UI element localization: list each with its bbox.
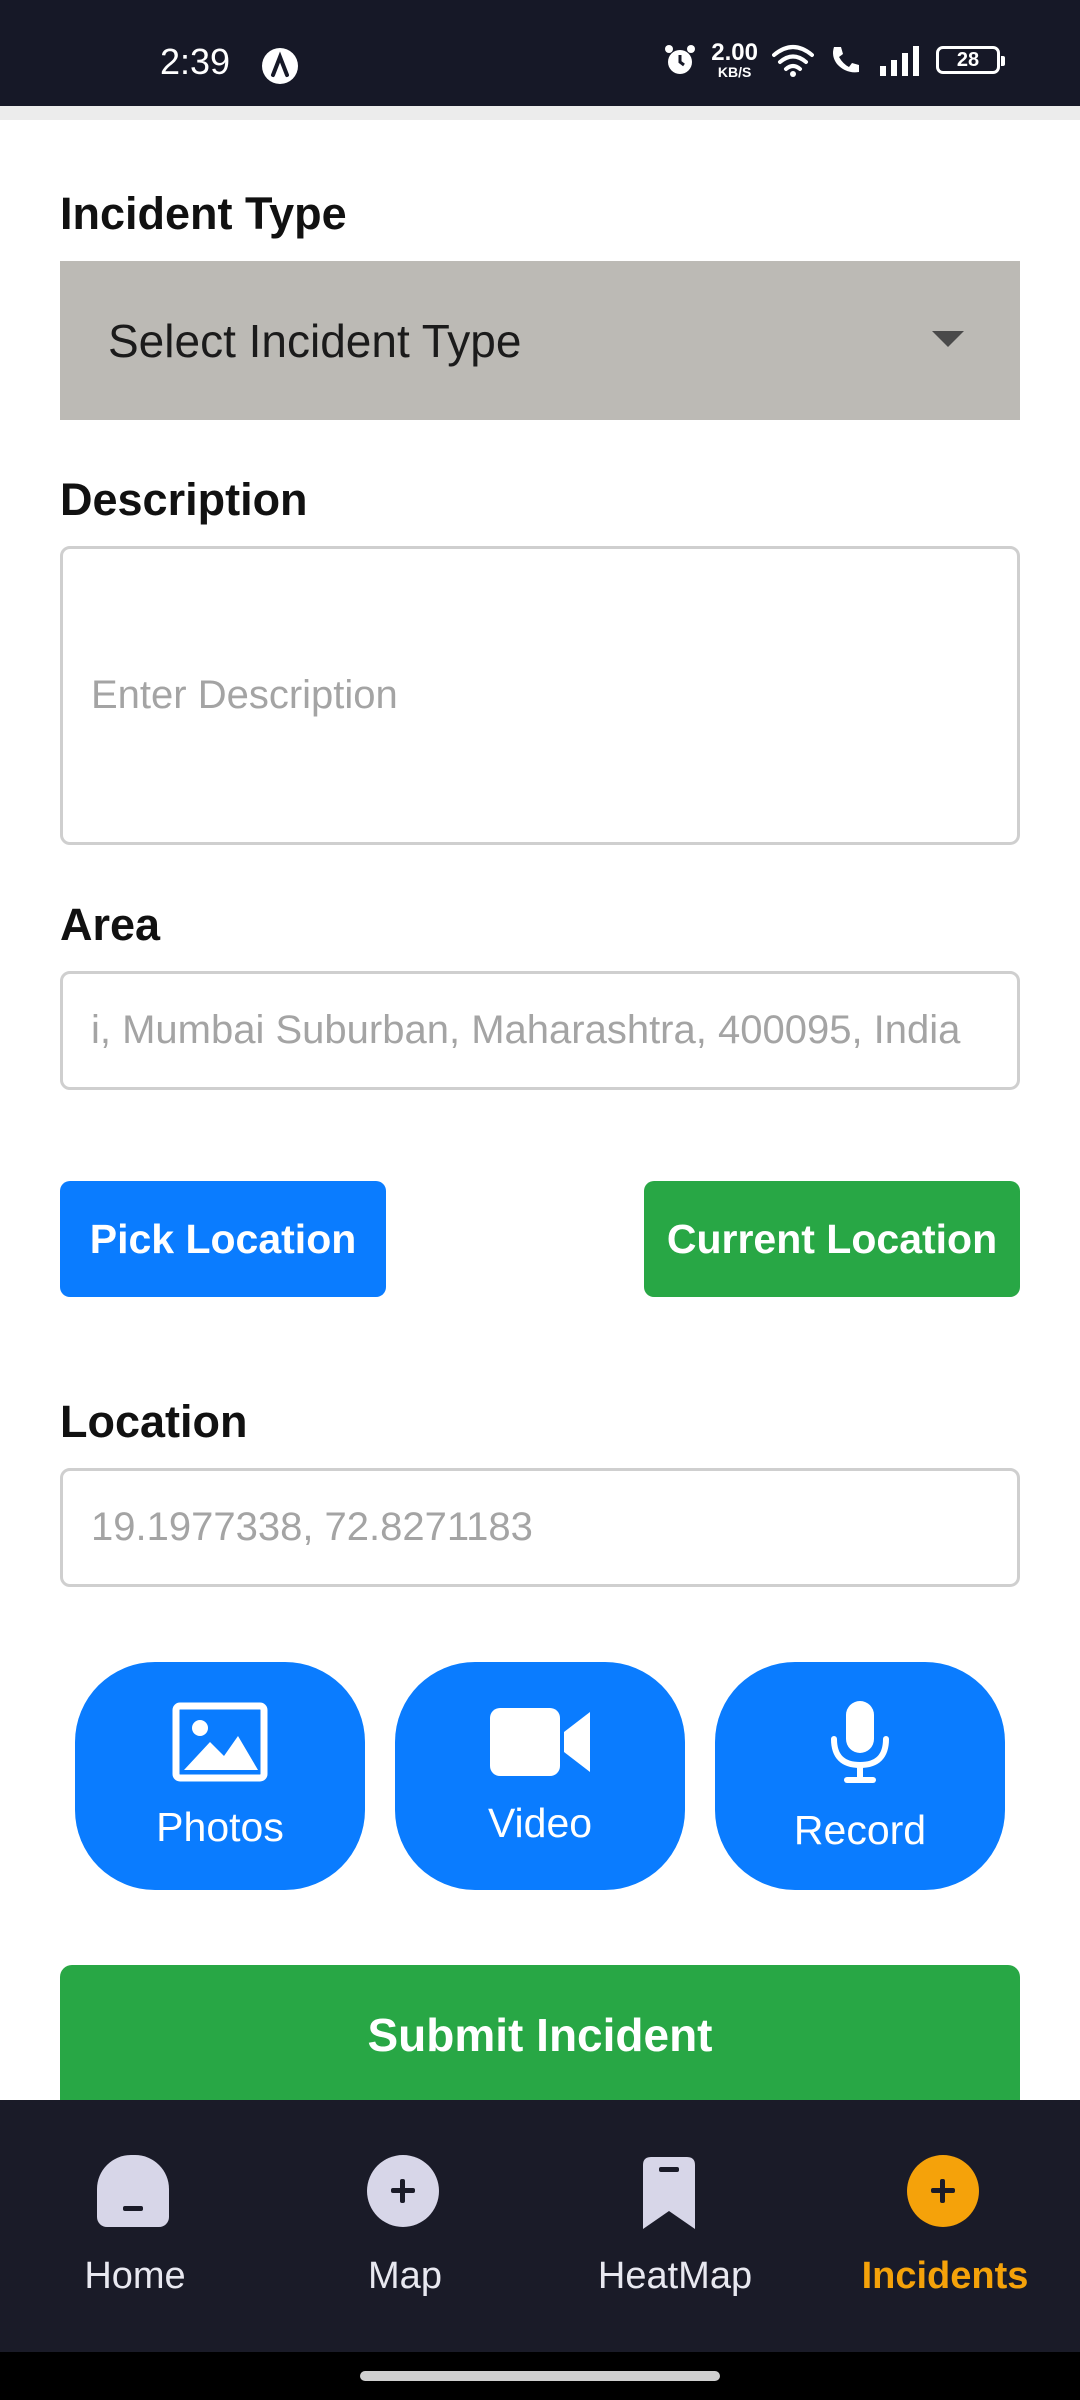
battery-icon: 28 [936,46,1005,74]
description-placeholder: Enter Description [91,673,398,717]
plus-circle-icon [907,2155,983,2231]
video-camera-icon [490,1707,590,1776]
call-icon [833,47,859,73]
status-bar: 2:39 2.00 KB/S 28 [0,0,1080,106]
microphone-icon [831,1700,889,1783]
status-time: 2:39 [160,41,231,82]
description-label: Description [60,474,308,525]
pick-location-button[interactable]: Pick Location [60,1181,386,1297]
sheet-divider [0,106,1080,120]
network-speed: 2.00 KB/S [711,39,758,80]
location-value: 19.1977338, 72.8271183 [91,1505,533,1549]
plus-circle-icon [367,2155,443,2231]
nav-label-incidents: Incidents [861,2255,1029,2297]
incident-type-label: Incident Type [60,188,347,239]
nav-item-heatmap[interactable]: HeatMap [565,2155,785,2298]
location-input[interactable]: 19.1977338, 72.8271183 [60,1468,1020,1587]
caret-down-icon [932,331,964,347]
bottom-nav: Home Map HeatMap Incidents [0,2100,1080,2352]
nav-label-home: Home [84,2255,186,2297]
record-label: Record [793,1806,927,1853]
nav-item-incidents[interactable]: Incidents [835,2155,1055,2298]
description-input[interactable]: Enter Description [60,546,1020,845]
photos-button[interactable]: Photos [75,1662,365,1890]
nav-item-home[interactable]: Home [25,2155,245,2298]
image-icon [172,1702,268,1781]
home-icon [97,2155,173,2231]
gesture-handle[interactable] [360,2371,720,2381]
status-icons: 2.00 KB/S 28 [663,39,1005,80]
incident-type-select[interactable]: Select Incident Type [60,261,1020,420]
alarm-icon [665,45,696,74]
app-notification-icon [262,48,298,84]
record-button[interactable]: Record [715,1662,1005,1890]
video-label: Video [487,1799,593,1846]
location-label: Location [60,1396,248,1447]
bookmark-icon [637,2155,713,2231]
nav-label-heatmap: HeatMap [597,2255,753,2297]
photos-label: Photos [156,1803,284,1850]
system-gesture-bar [0,2352,1080,2400]
video-button[interactable]: Video [395,1662,685,1890]
nav-item-map[interactable]: Map [295,2155,515,2298]
signal-icon [880,46,919,76]
area-label: Area [60,899,161,950]
nav-label-map: Map [368,2255,442,2297]
current-location-button[interactable]: Current Location [644,1181,1020,1297]
area-input[interactable]: i, Mumbai Suburban, Maharashtra, 400095,… [60,971,1020,1090]
incident-type-value: Select Incident Type [108,314,522,367]
area-value: i, Mumbai Suburban, Maharashtra, 400095,… [91,1008,961,1052]
wifi-icon [772,45,814,77]
